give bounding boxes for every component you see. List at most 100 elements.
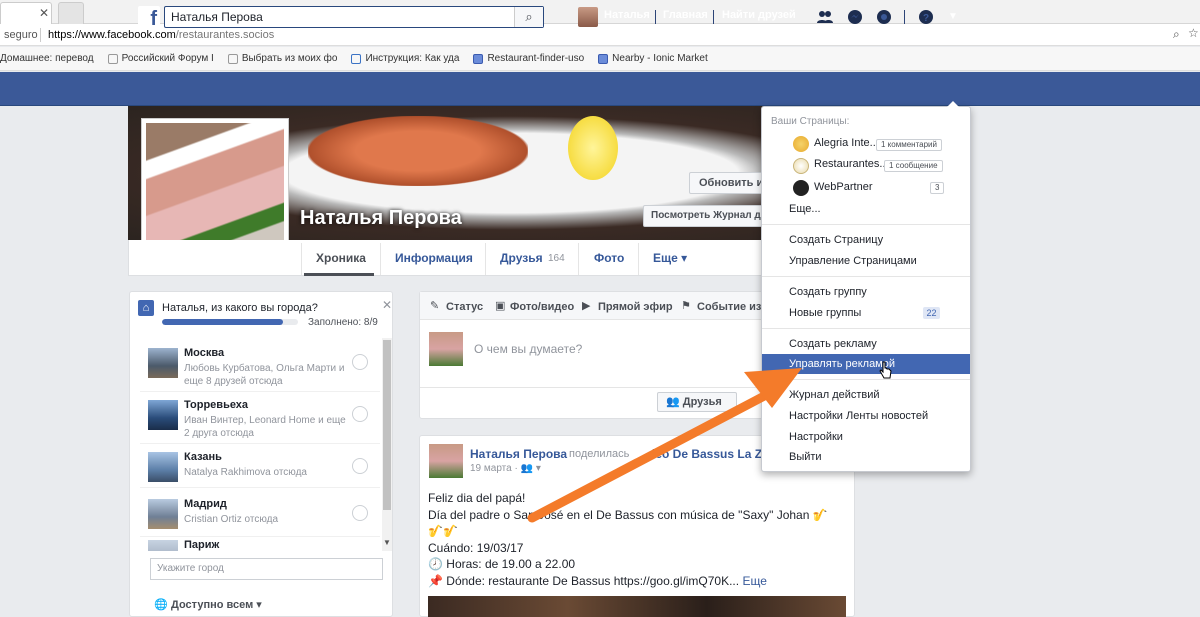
bookmark-item[interactable]: Домашнее: перевод xyxy=(0,53,94,64)
menu-divider xyxy=(762,224,970,225)
account-menu-chevron-down-icon[interactable]: ▼ xyxy=(944,8,962,26)
menu-divider xyxy=(762,379,970,380)
tab-divider xyxy=(638,243,639,275)
city-name: Казань xyxy=(184,451,222,463)
tab-info[interactable]: Информация xyxy=(395,251,473,265)
zoom-icon[interactable]: ⌕ xyxy=(1173,27,1180,42)
city-friends: Любовь Курбатова, Ольга Марти и еще 8 др… xyxy=(184,363,345,387)
nav-find-friends-link[interactable]: Найти друзей xyxy=(722,9,796,21)
friends-count: 164 xyxy=(548,253,565,264)
help-icon[interactable]: ? xyxy=(917,8,935,26)
avatar xyxy=(429,332,463,366)
avatar[interactable] xyxy=(429,444,463,478)
composer-tab-photo-video[interactable]: Фото/видео xyxy=(510,301,574,313)
nav-avatar[interactable] xyxy=(578,7,598,27)
menu-create-group[interactable]: Создать группу xyxy=(789,286,867,298)
tab-timeline[interactable]: Хроника xyxy=(316,251,366,265)
audience-selector[interactable]: 👥 Друзья xyxy=(657,392,737,412)
list-item[interactable]: Казань Natalya Rakhimova отсюда xyxy=(140,448,380,488)
bookmark-item[interactable]: Российский Форум I xyxy=(107,53,214,64)
city-input[interactable]: Укажите город xyxy=(150,558,383,580)
post-line: 📌 Dónde: restaurante De Bassus https://g… xyxy=(428,573,740,588)
list-item[interactable]: Москва Любовь Курбатова, Ольга Марти и е… xyxy=(140,344,380,392)
bookmark-page-icon xyxy=(227,53,238,64)
page-restaurantes-icon xyxy=(793,158,809,174)
composer-tab-status[interactable]: Статус xyxy=(446,301,483,313)
menu-create-page[interactable]: Создать Страницу xyxy=(789,234,883,246)
page-alegria-icon xyxy=(793,136,809,152)
bookmark-star-icon[interactable]: ☆ xyxy=(1188,26,1199,40)
menu-page-restaurantes[interactable]: Restaurantes... xyxy=(814,158,889,170)
city-radio[interactable] xyxy=(352,505,368,521)
composer-input[interactable]: О чем вы думаете? xyxy=(474,342,582,356)
tab-divider xyxy=(485,243,486,275)
bookmark-label: Домашнее: перевод xyxy=(0,53,94,64)
friends-icon: 👥 xyxy=(666,396,680,408)
notifications-icon[interactable] xyxy=(875,8,893,26)
search-button[interactable]: ⌕ xyxy=(514,7,543,27)
bookmark-label: Российский Форум I xyxy=(121,53,214,64)
menu-new-groups[interactable]: Новые группы xyxy=(789,307,861,319)
menu-manage-pages[interactable]: Управление Страницами xyxy=(789,255,917,267)
browser-tab[interactable]: ✕ xyxy=(0,2,52,24)
messages-icon[interactable] xyxy=(846,8,864,26)
tab-friends[interactable]: Друзья xyxy=(500,251,543,265)
menu-logout[interactable]: Выйти xyxy=(789,451,822,463)
nav-profile-link[interactable]: Наталья xyxy=(604,9,650,21)
list-item[interactable]: Торревьеха Иван Винтер, Leonard Home и е… xyxy=(140,396,380,444)
menu-activity-log[interactable]: Журнал действий xyxy=(789,389,880,401)
facebook-logo-icon[interactable]: f xyxy=(138,6,160,28)
home-icon: ⌂ xyxy=(138,300,154,316)
bookmark-item[interactable]: Инструкция: Как уда xyxy=(351,53,459,64)
list-item[interactable]: Париж xyxy=(140,536,380,551)
composer-tab-live[interactable]: Прямой эфир xyxy=(598,301,673,313)
friend-requests-icon[interactable] xyxy=(816,8,834,26)
city-name: Мадрид xyxy=(184,498,227,510)
page-notification-badge: 1 сообщение xyxy=(884,160,943,172)
new-tab-button[interactable] xyxy=(58,2,84,24)
city-radio[interactable] xyxy=(352,406,368,422)
bookmarks-bar: Домашнее: перевод Российский Форум I Выб… xyxy=(0,47,1200,71)
tab-more[interactable]: Еще ▾ xyxy=(653,251,687,265)
bookmark-item[interactable]: Restaurant-finder-uso xyxy=(473,53,584,64)
update-info-button[interactable]: Обновить ин xyxy=(689,172,769,194)
post-author[interactable]: Наталья Перова xyxy=(470,447,567,461)
view-activity-log-button[interactable]: Посмотреть Журнал д xyxy=(643,205,769,227)
post-date[interactable]: 19 марта · 👥 ▾ xyxy=(470,463,541,474)
cover-food xyxy=(308,116,528,186)
bookmark-item[interactable]: Nearby - Ionic Market xyxy=(598,53,708,64)
dropdown-pointer xyxy=(947,101,959,107)
city-radio[interactable] xyxy=(352,458,368,474)
post-line: 🕗 Horas: de 19.00 a 22.00 xyxy=(428,557,576,571)
menu-create-ad[interactable]: Создать рекламу xyxy=(789,338,877,350)
tab-photos[interactable]: Фото xyxy=(594,251,624,265)
menu-settings[interactable]: Настройки xyxy=(789,431,843,443)
nav-home-link[interactable]: Главная xyxy=(663,9,708,21)
bookmark-item[interactable]: Выбрать из моих фо xyxy=(227,53,337,64)
city-thumbnail xyxy=(148,540,178,551)
globe-icon: 🌐 xyxy=(154,599,168,611)
scroll-down-arrow-icon[interactable]: ▼ xyxy=(383,538,391,547)
search-input[interactable]: Наталья Перова xyxy=(164,6,544,28)
url-path: /restaurantes.socios xyxy=(175,29,275,41)
scrollbar-thumb[interactable] xyxy=(383,340,391,510)
city-radio[interactable] xyxy=(352,354,368,370)
menu-more-pages[interactable]: Еще... xyxy=(789,203,821,215)
post-shared-video-link[interactable]: deo De Bassus La Z xyxy=(648,447,762,461)
post-video-thumbnail[interactable] xyxy=(428,596,846,617)
privacy-selector[interactable]: Доступно всем ▾ xyxy=(171,598,262,611)
see-more-link[interactable]: Еще xyxy=(742,574,766,588)
menu-page-alegria[interactable]: Alegria Inte... xyxy=(814,137,879,149)
tab-divider xyxy=(380,243,381,275)
menu-news-feed-settings[interactable]: Настройки Ленты новостей xyxy=(789,410,928,422)
address-url[interactable]: https://www.facebook.com/restaurantes.so… xyxy=(48,29,274,41)
new-groups-count-badge: 22 xyxy=(923,307,940,319)
profile-completion-progress xyxy=(162,319,298,325)
list-item[interactable]: Мадрид Cristian Ortiz отсюда xyxy=(140,495,380,537)
close-icon[interactable]: ✕ xyxy=(382,298,392,312)
page-notification-badge: 1 комментарий xyxy=(876,139,942,151)
close-tab-icon[interactable]: ✕ xyxy=(39,6,49,20)
page-notification-badge: 3 xyxy=(930,182,945,194)
menu-page-webpartner[interactable]: WebPartner xyxy=(814,181,873,193)
profile-picture-photo xyxy=(146,123,284,257)
